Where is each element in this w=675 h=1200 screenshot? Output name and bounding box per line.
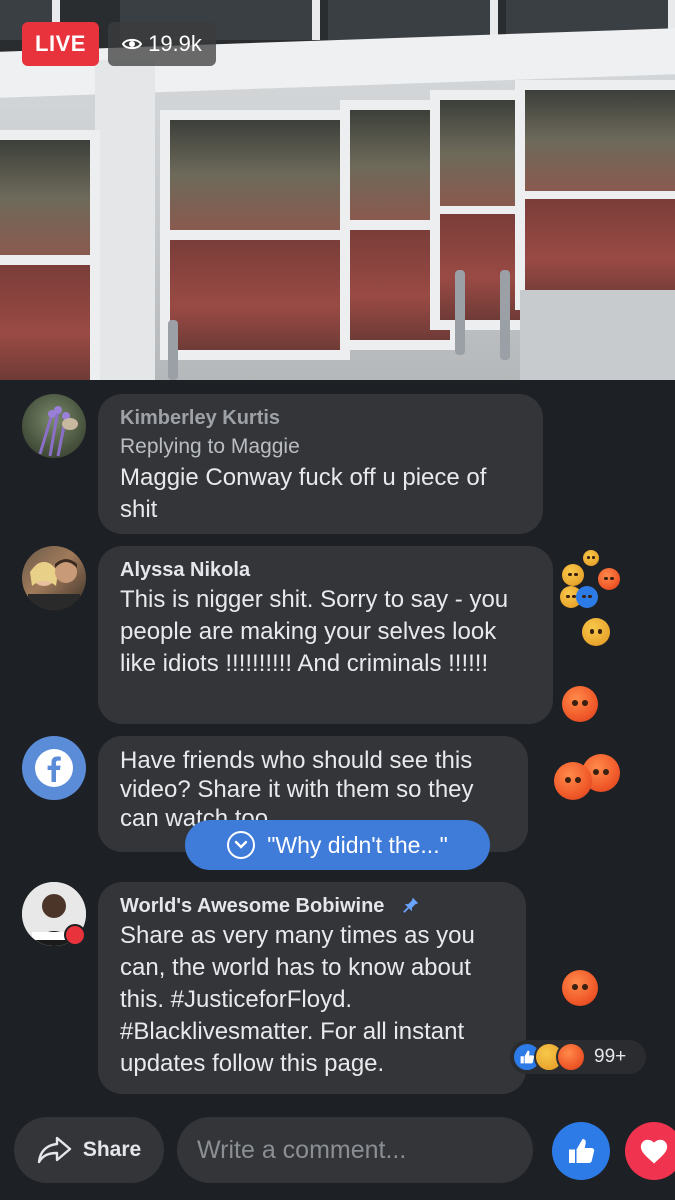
eye-icon [122,38,143,50]
angry-reaction-icon [554,762,592,800]
live-badge: LIVE [22,22,99,66]
share-button[interactable]: Share [14,1117,164,1183]
scene-window [328,0,498,40]
live-video[interactable]: LIVE 19.9k [0,0,675,380]
scene-door [515,80,675,310]
comment-input[interactable] [177,1117,533,1183]
comment-author[interactable]: World's Awesome Bobiwine [120,895,384,917]
facebook-logo-icon [35,749,73,787]
comment-author[interactable]: Alyssa Nikola [120,556,531,584]
jump-pill-label: "Why didn't the..." [267,831,448,858]
comment-author[interactable]: Kimberley Kurtis [120,404,521,432]
angry-reaction-icon [562,686,598,722]
couple-photo [28,559,80,610]
comment-text: Share as very many times as you can, the… [120,922,475,1077]
comment-bubble[interactable]: Kimberley Kurtis Replying to Maggie Magg… [98,394,543,534]
reaction-summary[interactable]: 99+ [510,1040,646,1074]
sad-reaction-icon [582,618,610,646]
comment-bubble[interactable]: Alyssa Nikola This is nigger shit. Sorry… [98,546,553,724]
angry-reaction-icon [598,568,620,590]
viewer-count-badge: 19.9k [108,22,216,66]
thumbs-up-icon [569,1139,595,1163]
angry-reaction-icon [583,550,599,566]
avatar[interactable] [22,882,86,946]
heart-icon [640,1139,668,1164]
share-arrow-icon [37,1136,72,1164]
lavender-photo [38,406,78,457]
pin-icon [403,897,419,913]
comment-feed[interactable]: Kimberley Kurtis Replying to Maggie Magg… [0,380,675,1100]
reply-indicator: Replying to Maggie [120,435,300,458]
reaction-count: 99+ [594,1046,627,1067]
avatar[interactable] [22,394,86,458]
love-button[interactable] [625,1122,675,1180]
like-button[interactable] [552,1122,610,1180]
scene-floor [520,290,675,380]
comment-author-row: World's Awesome Bobiwine [120,892,504,920]
live-broadcast-icon [64,924,86,946]
scene-handle [168,320,178,380]
video-scene [0,0,675,380]
scene-door [0,130,100,380]
scene-pillar [95,60,155,380]
angry-reaction-icon [556,1042,586,1072]
angry-reaction-icon [562,970,598,1006]
facebook-avatar [22,736,86,800]
share-label: Share [82,1138,142,1161]
viewer-count: 19.9k [148,31,202,56]
scene-handle [500,270,510,360]
comment-bubble[interactable]: World's Awesome Bobiwine Share as very m… [98,882,526,1094]
scene-handle [455,270,465,355]
comment-text: Maggie Conway fuck off u piece of shit [120,464,487,523]
bottom-action-bar: Share [0,1100,675,1200]
comment-text: This is nigger shit. Sorry to say - you … [120,586,509,677]
jump-to-comment-button[interactable]: "Why didn't the..." [185,820,490,870]
avatar[interactable] [22,546,86,610]
chevron-down-icon [227,831,256,859]
like-reaction-icon [576,586,598,608]
sad-reaction-icon [562,564,584,586]
scene-door [160,110,350,360]
